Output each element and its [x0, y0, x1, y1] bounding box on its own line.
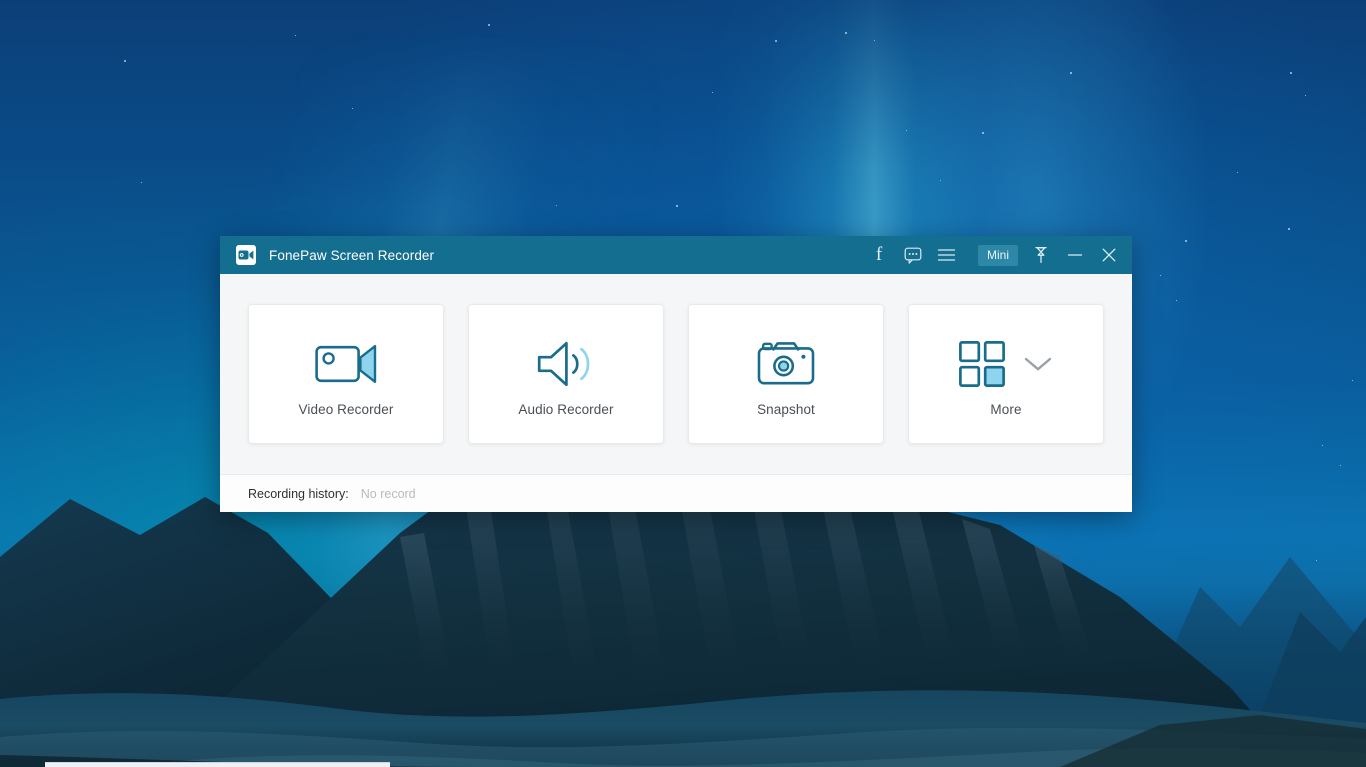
feature-cards-area: Video Recorder Audio Recorder Snapshot M… — [220, 274, 1132, 474]
video-recorder-label: Video Recorder — [298, 401, 394, 417]
taskbar-window-sliver[interactable] — [45, 762, 390, 767]
pin-button[interactable] — [1024, 236, 1058, 274]
snapshot-label: Snapshot — [757, 401, 815, 417]
camera-icon — [757, 332, 815, 396]
video-recorder-card[interactable]: Video Recorder — [248, 304, 444, 444]
desktop-wallpaper: FonePaw Screen Recorder f Mini Video Rec… — [0, 0, 1366, 767]
window-titlebar: FonePaw Screen Recorder f Mini — [220, 236, 1132, 274]
pushpin-icon — [1035, 246, 1047, 264]
recording-history-label: Recording history: — [248, 486, 349, 501]
app-window: FonePaw Screen Recorder f Mini Video Rec… — [220, 236, 1132, 512]
minimize-button[interactable] — [1058, 236, 1092, 274]
snapshot-card[interactable]: Snapshot — [688, 304, 884, 444]
menu-button[interactable] — [930, 236, 964, 274]
more-label: More — [990, 401, 1022, 417]
video-camera-icon — [236, 245, 256, 265]
recording-history-value: No record — [360, 486, 416, 501]
audio-recorder-label: Audio Recorder — [518, 401, 614, 417]
camcorder-icon — [315, 332, 377, 396]
speech-bubble-icon — [904, 247, 922, 264]
close-icon — [1102, 248, 1116, 262]
facebook-icon: f — [875, 243, 883, 265]
minimize-icon — [1067, 254, 1083, 256]
feedback-button[interactable] — [896, 236, 930, 274]
speaker-waves-icon — [537, 332, 595, 396]
more-card[interactable]: More — [908, 304, 1104, 444]
window-title: FonePaw Screen Recorder — [269, 247, 435, 263]
hamburger-menu-icon — [938, 249, 956, 261]
recording-history-bar: Recording history: No record — [220, 474, 1132, 512]
close-button[interactable] — [1092, 236, 1126, 274]
mini-mode-button[interactable]: Mini — [977, 244, 1018, 266]
facebook-button[interactable]: f — [862, 236, 896, 274]
audio-recorder-card[interactable]: Audio Recorder — [468, 304, 664, 444]
grid-squares-icon — [959, 340, 1005, 387]
chevron-down-icon — [1024, 357, 1052, 370]
